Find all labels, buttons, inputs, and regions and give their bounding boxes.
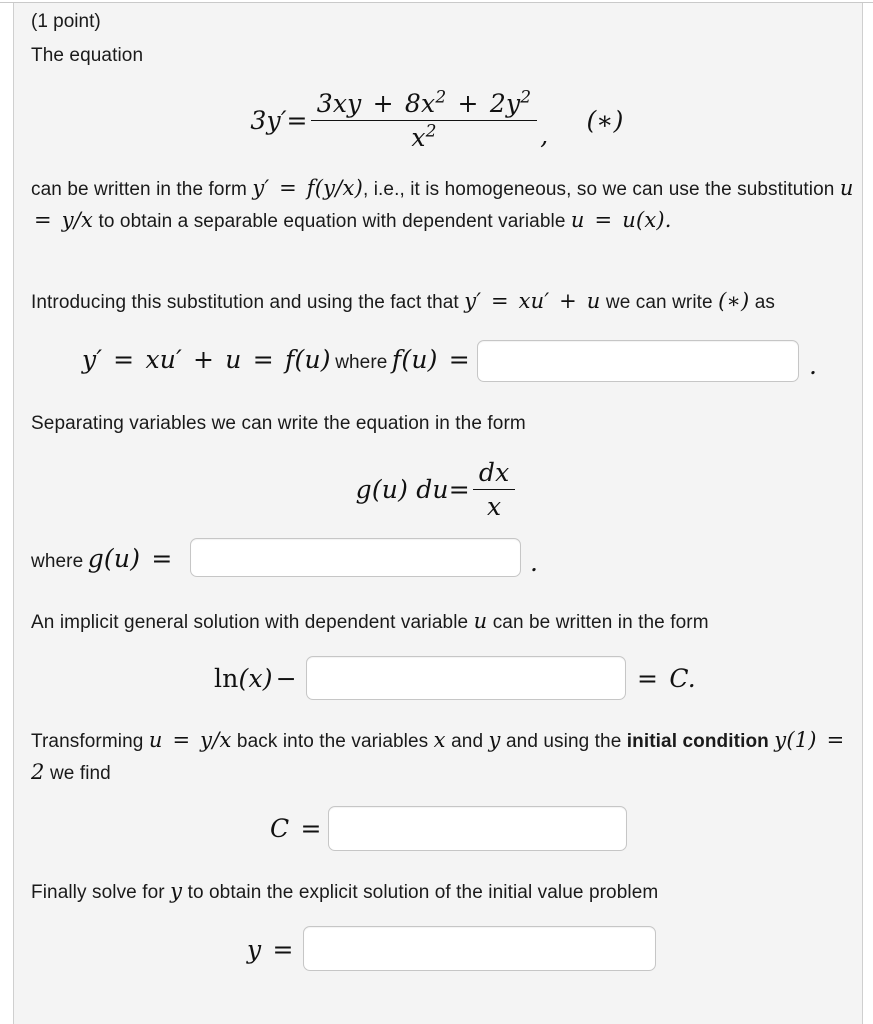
answer-input-g-of-u[interactable] xyxy=(190,538,521,577)
main-equation-numerator: 3xy + 8x2 + 2y2 xyxy=(316,87,532,118)
main-equation-fraction: 3xy + 8x2 + 2y2 x2 xyxy=(310,87,538,153)
answer-input-explicit-y[interactable] xyxy=(303,926,656,971)
transform-math-y: y xyxy=(488,728,501,752)
finally-math-y: y xyxy=(170,879,183,903)
finally-text-2: to obtain the explicit solution of the i… xyxy=(187,882,659,903)
transform-paragraph: Transforming u = y/x back into the varia… xyxy=(31,725,862,789)
f-of-u-equation: y′ = xu′ + u = f(u) xyxy=(82,345,331,374)
transform-and: and xyxy=(451,731,484,752)
f-of-u-where: where xyxy=(335,352,388,373)
g-of-u-label: g(u) = xyxy=(87,544,173,573)
homogeneous-math-3: u = u(x). xyxy=(570,208,672,232)
separating-text: Separating variables we can write the eq… xyxy=(31,413,526,434)
transform-text-1: Transforming xyxy=(31,731,144,752)
problem-content-panel: (1 point) The equation 3y′ = 3xy + 8x2 +… xyxy=(13,3,863,1024)
homogeneous-text-2: , i.e., it is homogeneous, so we can use… xyxy=(362,179,835,200)
main-equation-tag: (∗) xyxy=(586,106,624,136)
transform-text-4: we find xyxy=(49,763,111,784)
implicit-math-u: u xyxy=(473,609,488,633)
introducing-text-3: as xyxy=(754,292,776,313)
introducing-text-2: we can write xyxy=(605,292,713,313)
explicit-y-label: y = xyxy=(247,935,294,964)
implicit-paragraph: An implicit general solution with depend… xyxy=(31,606,709,638)
separable-lhs: g(u) du xyxy=(355,475,449,505)
main-equation-lhs: 3y′ xyxy=(250,106,287,136)
f-of-u-period: . xyxy=(809,351,818,380)
introducing-math: y′ = xu′ + u xyxy=(464,289,601,313)
transform-math-1: u = y/x xyxy=(148,728,232,752)
intro-line: The equation xyxy=(31,45,144,66)
constant-c-label: C = xyxy=(270,814,322,843)
transform-math-x: x xyxy=(433,728,446,752)
g-of-u-period: . xyxy=(530,548,539,577)
problem-page: (1 point) The equation 3y′ = 3xy + 8x2 +… xyxy=(0,0,873,1024)
transform-text-3: and using the xyxy=(505,731,622,752)
points-label: (1 point) xyxy=(31,11,101,32)
f-of-u-label: f(u) = xyxy=(391,345,470,374)
introducing-text-1: Introducing this substitution and using … xyxy=(31,292,459,313)
finally-paragraph: Finally solve for y to obtain the explic… xyxy=(31,876,658,908)
introducing-paragraph: Introducing this substitution and using … xyxy=(31,286,861,318)
main-equation: 3y′ = 3xy + 8x2 + 2y2 x2 , (∗) xyxy=(14,89,860,152)
g-of-u-line: where g(u) = xyxy=(31,544,175,577)
separable-relation: = xyxy=(448,475,470,505)
answer-input-constant-c[interactable] xyxy=(328,806,627,851)
answer-input-implicit[interactable] xyxy=(306,656,626,700)
f-of-u-line: y′ = xu′ + u = f(u) where f(u) = xyxy=(82,345,473,378)
homogeneous-math-1: y′ = f(y/x) xyxy=(252,176,363,200)
separable-numerator: dx xyxy=(478,458,510,487)
transform-text-2: back into the variables xyxy=(236,731,429,752)
initial-condition-label: initial condition xyxy=(626,731,769,752)
main-equation-relation: = xyxy=(286,106,308,136)
implicit-line-rhs: = C. xyxy=(637,664,696,693)
homogeneous-paragraph: can be written in the form y′ = f(y/x), … xyxy=(31,173,855,237)
separable-fraction: dx x xyxy=(472,458,516,522)
introducing-star: (∗) xyxy=(718,289,750,313)
separable-denominator: x xyxy=(486,492,502,522)
main-equation-denominator: x2 xyxy=(411,122,437,153)
main-equation-comma: , xyxy=(540,121,549,151)
g-of-u-where: where xyxy=(31,551,84,572)
finally-text-1: Finally solve for xyxy=(31,882,165,903)
homogeneous-text-3: to obtain a separable equation with depe… xyxy=(98,211,566,232)
separable-equation: g(u) du = dx x xyxy=(14,458,860,521)
homogeneous-text-1: can be written in the form xyxy=(31,179,247,200)
answer-input-f-of-u[interactable] xyxy=(477,340,799,382)
implicit-text-1: An implicit general solution with depend… xyxy=(31,612,469,633)
implicit-line-lhs: ln(x) − xyxy=(214,664,297,693)
implicit-text-2: can be written in the form xyxy=(492,612,709,633)
